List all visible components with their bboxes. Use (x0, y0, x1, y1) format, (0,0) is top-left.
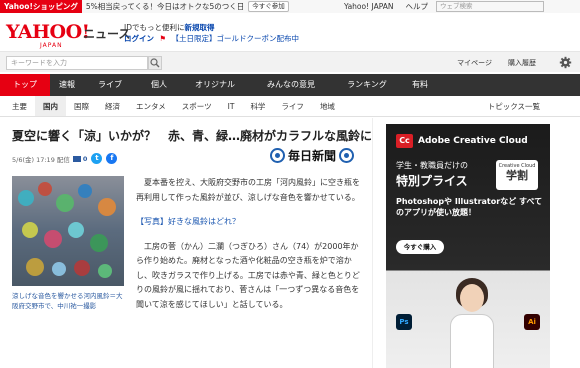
yahoo-logo[interactable]: YAHOO! (6, 21, 90, 43)
coupon-flag-icon: ⚑ (159, 34, 167, 43)
article-photo[interactable] (12, 176, 124, 286)
category-nav: 主要 国内 国際 経済 エンタメ スポーツ IT 科学 ライフ 地域 トピックス… (0, 96, 580, 117)
search-icon (150, 58, 160, 68)
comment-icon[interactable] (72, 155, 81, 162)
ad-line1: 学生・教職員だけの (396, 161, 468, 170)
purchase-history-link[interactable]: 購入履歴 (508, 58, 536, 68)
ad-line3: Photoshopや Illustratorなど すべてのアプリが使い放題！ (396, 197, 543, 217)
article-paragraph: 工房の菅（かん）二瀾（つぎひろ）さん（74）が2000年から作り始めた。廃材とな… (136, 241, 360, 309)
keyword-search-bar: キーワードを入力 マイページ 購入履歴 (0, 51, 580, 72)
article-paragraph: 夏本番を控え、大阪府交野市の工房「河内風鈴」に空き瓶を再利用して作った風鈴が並び… (136, 178, 360, 202)
creative-cloud-icon: Cc (396, 134, 413, 148)
category-international[interactable]: 国際 (66, 96, 97, 116)
category-major[interactable]: 主要 (0, 96, 35, 116)
category-science[interactable]: 科学 (242, 96, 273, 116)
register-link[interactable]: 新規取得 (185, 23, 215, 32)
yahoo-japan-link[interactable]: Yahoo! JAPAN (344, 2, 393, 11)
ad-badge-big: 学割 (506, 169, 528, 182)
publisher-logo-icon-right (339, 148, 355, 163)
publish-time: 5/6(金) 17:19 配信 (12, 155, 70, 164)
category-entertainment[interactable]: エンタメ (128, 96, 174, 116)
comment-count[interactable]: 0 (83, 155, 88, 163)
category-domestic[interactable]: 国内 (35, 96, 66, 116)
help-link[interactable]: ヘルプ (406, 1, 429, 12)
nav-top[interactable]: トップ (0, 74, 50, 96)
ad-brand: Cc Adobe Creative Cloud (396, 134, 528, 148)
illustrator-icon: Ai (524, 314, 540, 330)
photo-caption[interactable]: 涼しげな音色を響かせる河内風鈴＝大阪府交野市で、中川祐一撮影 (12, 291, 124, 311)
facebook-share-icon[interactable]: f (106, 153, 118, 164)
keyword-input[interactable]: キーワードを入力 (6, 56, 148, 70)
category-region[interactable]: 地域 (312, 96, 343, 116)
top-links: Yahoo! JAPAN ヘルプ ウェブ検索 (332, 0, 544, 13)
promo-join-button[interactable]: 今すぐ参加 (248, 1, 289, 12)
category-economy[interactable]: 経済 (97, 96, 128, 116)
publisher[interactable]: 毎日新聞 (270, 147, 355, 164)
keyword-search-button[interactable] (148, 56, 162, 70)
ad-brand-text: Adobe Creative Cloud (418, 136, 528, 146)
sidebar: Cc Adobe Creative Cloud 学生・教職員だけの 特別プライス… (372, 118, 580, 368)
mypage-link[interactable]: マイページ (457, 58, 492, 68)
publisher-name: 毎日新聞 (288, 149, 337, 163)
article: 夏空に響く「涼」いかが？ 赤、青、緑…廃材がカラフルな風鈴に 5/6(金) 17… (0, 118, 372, 368)
photoshop-icon: Ps (396, 314, 412, 330)
promo-strip[interactable]: Yahoo!ショッピング 5%相当戻ってくる！今日はオトクな5のつく日 今すぐ参… (0, 0, 580, 13)
ad-badge: Creative Cloud 学割 (496, 160, 538, 190)
ad-model-image (450, 272, 494, 368)
category-life[interactable]: ライフ (273, 96, 312, 116)
publisher-logo-icon (270, 148, 285, 163)
article-headline: 夏空に響く「涼」いかが？ 赤、青、緑…廃材がカラフルな風鈴に (12, 129, 373, 143)
photo-gallery-link[interactable]: 【写真】好きな風鈴はどれ？ (136, 215, 366, 230)
yahoo-logo-sub: JAPAN (40, 42, 63, 49)
nav-opinions[interactable]: みんなの意見 (248, 74, 334, 96)
nav-ranking[interactable]: ランキング (334, 74, 400, 96)
adobe-ad-banner[interactable]: Cc Adobe Creative Cloud 学生・教職員だけの 特別プライス… (386, 124, 550, 368)
promo-text[interactable]: 5%相当戻ってくる！今日はオトクな5のつく日 (86, 1, 244, 12)
topics-list-link[interactable]: トピックス一覧 (488, 96, 540, 117)
gear-icon[interactable] (559, 56, 572, 69)
site-header: YAHOO! JAPAN ニュース IDでもっと便利に新規取得 ログイン ⚑ 【… (0, 13, 580, 51)
article-body: 夏本番を控え、大阪府交野市の工房「河内風鈴」に空き瓶を再利用して作った風鈴が並び… (136, 176, 366, 322)
login-promo-text: IDでもっと便利に (124, 23, 185, 32)
main-nav: トップ 速報 ライブ 個人 オリジナル みんなの意見 ランキング 有料 (0, 74, 580, 96)
coupon-link[interactable]: 【土日限定】ゴールドクーポン配布中 (172, 34, 300, 43)
web-search-input[interactable]: ウェブ検索 (436, 1, 544, 12)
ad-line2: 特別プライス (396, 174, 468, 188)
category-it[interactable]: IT (220, 96, 243, 116)
category-sports[interactable]: スポーツ (174, 96, 220, 116)
nav-individual[interactable]: 個人 (136, 74, 182, 96)
account-links: マイページ 購入履歴 (441, 52, 536, 73)
nav-original[interactable]: オリジナル (182, 74, 248, 96)
login-link[interactable]: ログイン (124, 34, 154, 43)
promo-brand[interactable]: Yahoo!ショッピング (0, 0, 82, 13)
login-box: IDでもっと便利に新規取得 ログイン ⚑ 【土日限定】ゴールドクーポン配布中 (124, 22, 299, 44)
nav-paid[interactable]: 有料 (400, 74, 440, 96)
article-meta: 5/6(金) 17:19 配信 0 t f (12, 153, 118, 164)
twitter-share-icon[interactable]: t (91, 153, 103, 164)
nav-live[interactable]: ライブ (84, 74, 136, 96)
ad-buy-button[interactable]: 今すぐ購入 (396, 240, 444, 254)
nav-breaking[interactable]: 速報 (50, 74, 84, 96)
